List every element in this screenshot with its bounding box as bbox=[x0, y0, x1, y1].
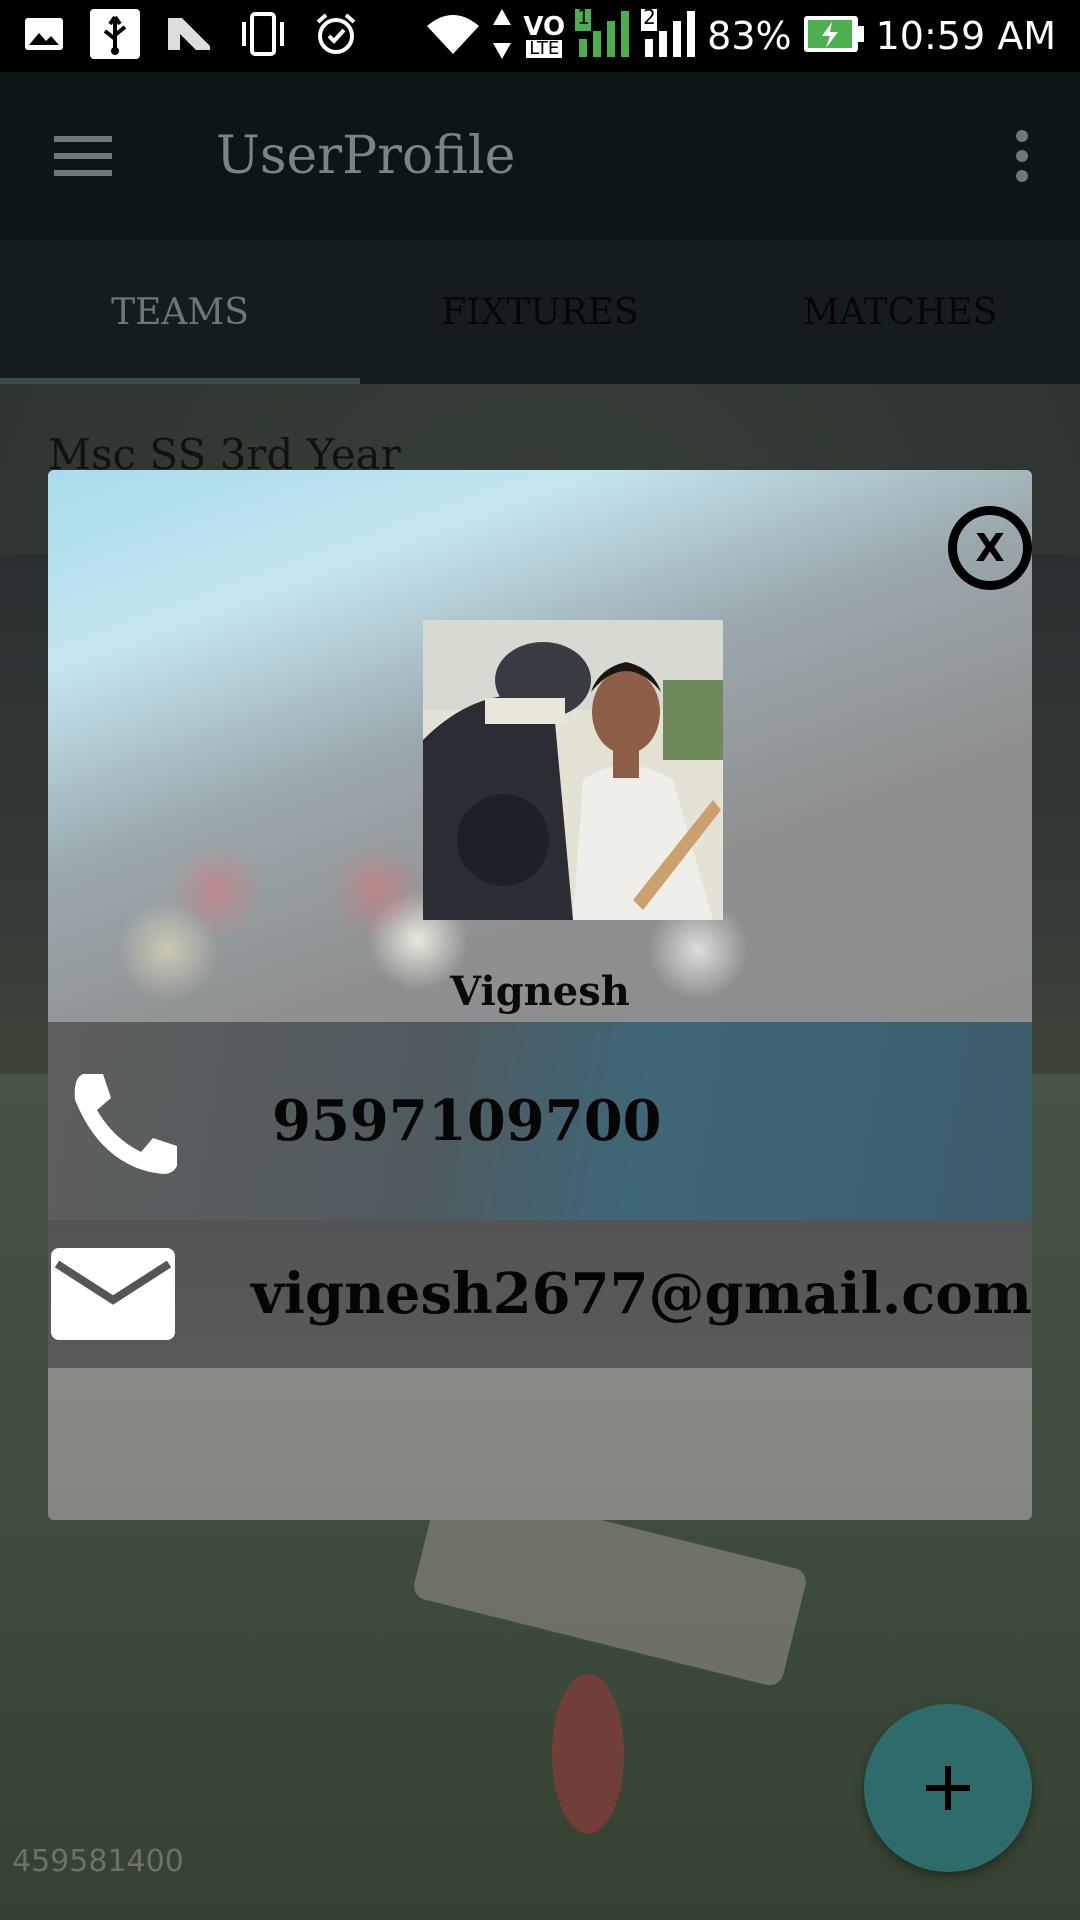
user-profile-dialog: X Vignesh 9597109700 vignesh2677@gmail.c… bbox=[48, 470, 1032, 1520]
phone-row[interactable]: 9597109700 bbox=[48, 1022, 1032, 1220]
volte-icon: VO LTE bbox=[523, 12, 566, 59]
battery-percent: 83% bbox=[707, 14, 792, 58]
status-bar: VO LTE 1 2 83% 10:59 AM bbox=[0, 0, 1080, 72]
vibrate-icon bbox=[238, 12, 288, 60]
email-icon bbox=[48, 1246, 177, 1342]
cricket-ball-image bbox=[552, 1674, 624, 1834]
wifi-icon bbox=[425, 12, 481, 60]
gallery-icon bbox=[24, 17, 64, 55]
alarm-icon bbox=[314, 12, 358, 60]
email-address: vignesh2677@gmail.com bbox=[251, 1261, 1032, 1327]
user-name: Vignesh bbox=[450, 968, 630, 1015]
close-button[interactable]: X bbox=[948, 506, 1032, 590]
hamburger-menu-button[interactable] bbox=[24, 96, 144, 216]
email-row[interactable]: vignesh2677@gmail.com bbox=[48, 1220, 1032, 1368]
sim1-signal-icon: 1 bbox=[575, 5, 631, 63]
overflow-menu-button[interactable] bbox=[982, 96, 1062, 216]
phone-number: 9597109700 bbox=[272, 1088, 662, 1154]
app-title: UserProfile bbox=[216, 126, 516, 186]
tab-bar: TEAMS FIXTURES MATCHES bbox=[0, 240, 1080, 384]
sim2-signal-icon: 2 bbox=[641, 5, 697, 63]
watermark: 459581400 bbox=[12, 1844, 184, 1879]
add-icon bbox=[926, 1766, 970, 1810]
n-icon bbox=[166, 16, 212, 56]
hamburger-menu-icon bbox=[54, 136, 112, 176]
clock: 10:59 AM bbox=[875, 14, 1056, 58]
dialog-footer bbox=[48, 1368, 1032, 1520]
tab-teams[interactable]: TEAMS bbox=[0, 240, 360, 384]
usb-icon bbox=[90, 9, 140, 63]
battery-charging-icon bbox=[802, 14, 866, 58]
tab-fixtures[interactable]: FIXTURES bbox=[360, 240, 720, 384]
more-vert-icon bbox=[1016, 130, 1028, 182]
tab-matches[interactable]: MATCHES bbox=[720, 240, 1080, 384]
add-button[interactable] bbox=[864, 1704, 1032, 1872]
avatar bbox=[423, 620, 723, 920]
data-arrows-icon bbox=[491, 7, 513, 65]
phone-icon bbox=[48, 1066, 198, 1176]
app-bar: UserProfile bbox=[0, 72, 1080, 240]
